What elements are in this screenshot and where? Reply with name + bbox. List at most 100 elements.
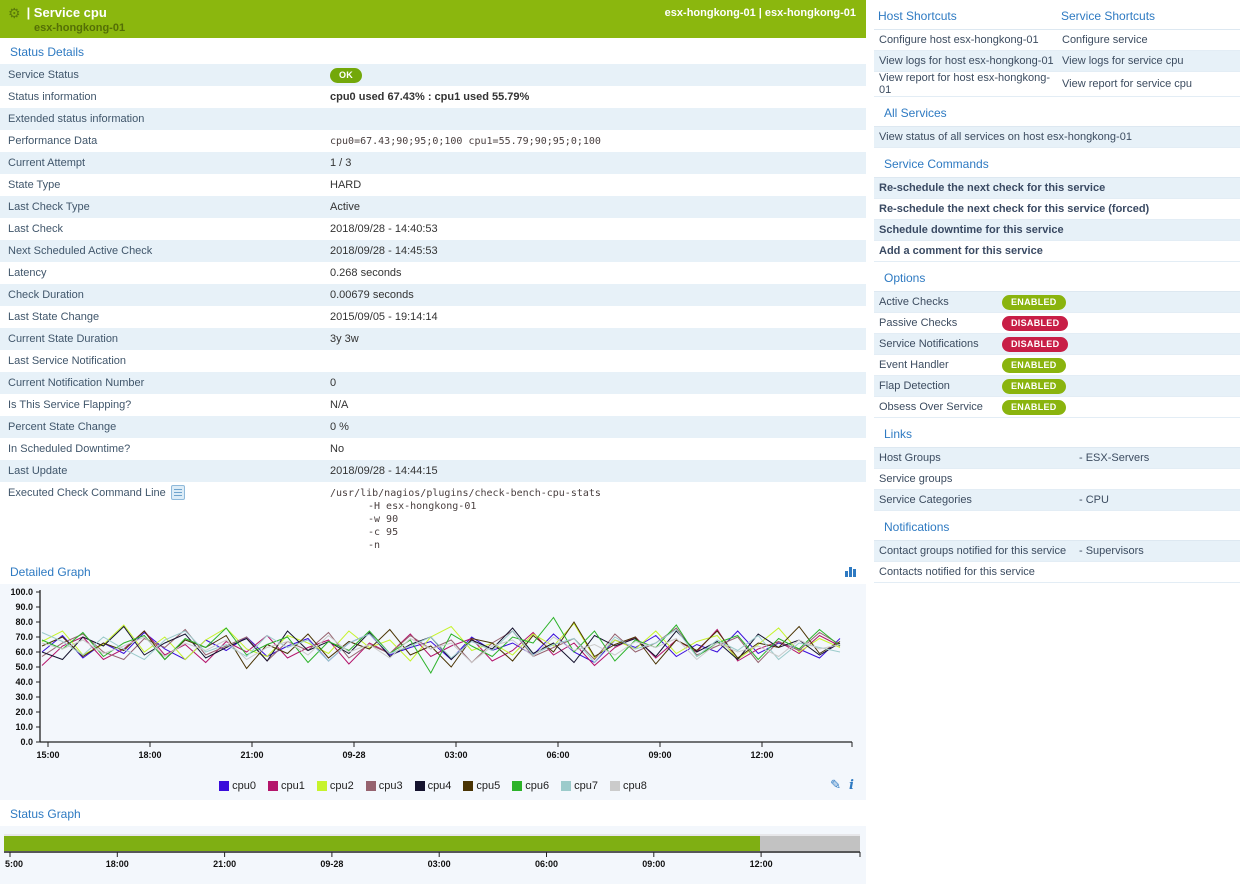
gear-icon[interactable]: ⚙ [8,6,21,20]
legend-item: cpu0 [219,780,256,792]
host-subtitle[interactable]: esx-hongkong-01 [34,22,858,34]
all-services-title[interactable]: All Services [884,106,947,120]
status-label: Status information [0,91,330,103]
option-row: Active ChecksENABLED [874,292,1240,313]
legend-swatch-cpu7 [561,781,571,791]
option-state-badge[interactable]: ENABLED [1002,400,1066,415]
service-shortcut-link[interactable]: View logs for service cpu [1057,55,1240,67]
legend-item: cpu8 [610,780,647,792]
host-shortcut-link[interactable]: View report for host esx-hongkong-01 [874,72,1057,96]
links-title[interactable]: Links [884,427,912,441]
status-label: Performance Data [0,135,330,147]
status-row: Next Scheduled Active Check2018/09/28 - … [0,240,866,262]
all-services-table: View status of all services on host esx-… [874,126,1240,148]
pencil-icon[interactable]: ✎ [830,777,841,793]
svg-text:30.0: 30.0 [15,692,33,702]
service-command-row: Re-schedule the next check for this serv… [874,178,1240,199]
links-value[interactable]: - ESX-Servers [1079,452,1240,464]
legend-item: cpu5 [463,780,500,792]
host-shortcuts-title[interactable]: Host Shortcuts [878,9,957,23]
service-command-link[interactable]: Add a comment for this service [874,245,1043,257]
status-graph-bar[interactable] [4,834,860,851]
svg-text:18:00: 18:00 [138,750,161,760]
status-value: 2018/09/28 - 14:44:15 [330,465,866,477]
status-label: Current Attempt [0,157,330,169]
service-command-link[interactable]: Re-schedule the next check for this serv… [874,203,1149,215]
legend-label: cpu0 [232,780,256,792]
service-shortcut-link[interactable]: View report for service cpu [1057,78,1240,90]
status-value: 2018/09/28 - 14:45:53 [330,245,866,257]
status-row: Extended status information [0,108,866,130]
info-icon[interactable]: i [849,778,854,793]
notifications-value[interactable]: - Supervisors [1079,545,1240,557]
notifications-label: Contact groups notified for this service [874,545,1079,557]
host-shortcut-link[interactable]: View logs for host esx-hongkong-01 [874,55,1057,67]
option-state-badge[interactable]: ENABLED [1002,295,1066,310]
svg-text:09-28: 09-28 [320,859,343,869]
option-state-badge[interactable]: DISABLED [1002,316,1068,331]
svg-text:20.0: 20.0 [15,707,33,717]
service-command-link[interactable]: Re-schedule the next check for this serv… [874,182,1105,194]
status-value: No [330,443,866,455]
options-title[interactable]: Options [884,271,925,285]
svg-text:18:00: 18:00 [106,859,129,869]
detailed-graph-header: Detailed Graph [0,558,866,584]
detailed-graph-link[interactable]: Detailed Graph [10,565,91,579]
option-state-badge[interactable]: ENABLED [1002,379,1066,394]
status-row: In Scheduled Downtime?No [0,438,866,460]
links-label: Service Categories [874,494,1079,506]
svg-text:50.0: 50.0 [15,662,33,672]
status-row: Status informationcpu0 used 67.43% : cpu… [0,86,866,108]
service-commands-title[interactable]: Service Commands [884,157,989,171]
all-services-link[interactable]: View status of all services on host esx-… [874,131,1240,143]
command-line: -H esx-hongkong-01 [368,500,866,513]
status-label: Service Status [0,69,330,81]
status-label: Current Notification Number [0,377,330,389]
option-state-badge[interactable]: ENABLED [1002,358,1066,373]
svg-text:06:00: 06:00 [535,859,558,869]
option-row: Passive ChecksDISABLED [874,313,1240,334]
legend-swatch-cpu4 [415,781,425,791]
option-state-badge[interactable]: DISABLED [1002,337,1068,352]
status-row: Latency0.268 seconds [0,262,866,284]
status-value: 0 [330,377,866,389]
legend-item: cpu4 [415,780,452,792]
status-segment-ok [4,836,760,851]
legend-item: cpu6 [512,780,549,792]
status-details-header: Status Details [0,38,866,64]
header-host-links[interactable]: esx-hongkong-01 | esx-hongkong-01 [665,7,856,19]
options-table: Active ChecksENABLEDPassive ChecksDISABL… [874,291,1240,418]
host-shortcut-link[interactable]: Configure host esx-hongkong-01 [874,34,1057,46]
status-label: State Type [0,179,330,191]
svg-text:10.0: 10.0 [15,722,33,732]
legend-item: cpu2 [317,780,354,792]
option-label: Service Notifications [874,338,1002,350]
chart-legend: cpu0cpu1cpu2cpu3cpu4cpu5cpu6cpu7cpu8 ✎ i [0,775,866,800]
link-row: Contacts notified for this service [874,562,1240,583]
status-value: /usr/lib/nagios/plugins/check-bench-cpu-… [330,485,866,558]
service-title: | Service cpu [27,5,107,20]
notifications-title[interactable]: Notifications [884,520,949,534]
svg-text:21:00: 21:00 [240,750,263,760]
links-value[interactable]: - CPU [1079,494,1240,506]
detailed-graph-chart[interactable]: 100.090.080.070.060.050.040.030.020.010.… [0,586,858,772]
svg-text:60.0: 60.0 [15,647,33,657]
status-label: In Scheduled Downtime? [0,443,330,455]
service-shortcuts-title[interactable]: Service Shortcuts [1061,9,1155,23]
link-row: Service groups [874,469,1240,490]
service-commands-table: Re-schedule the next check for this serv… [874,177,1240,262]
link-row: Contact groups notified for this service… [874,541,1240,562]
status-label: Check Duration [0,289,330,301]
status-graph-header: Status Graph [0,800,866,826]
status-graph-link[interactable]: Status Graph [10,807,81,821]
copy-command-icon[interactable] [171,485,185,500]
service-shortcut-link[interactable]: Configure service [1057,34,1240,46]
service-command-link[interactable]: Schedule downtime for this service [874,224,1064,236]
option-label: Flap Detection [874,380,1002,392]
bar-chart-icon[interactable] [845,567,856,577]
legend-label: cpu6 [525,780,549,792]
status-details-link[interactable]: Status Details [10,45,84,59]
check-command-text: /usr/lib/nagios/plugins/check-bench-cpu-… [330,485,866,558]
notifications-table: Contact groups notified for this service… [874,540,1240,583]
performance-data-text: cpu0=67.43;90;95;0;100 cpu1=55.79;90;95;… [330,136,601,147]
